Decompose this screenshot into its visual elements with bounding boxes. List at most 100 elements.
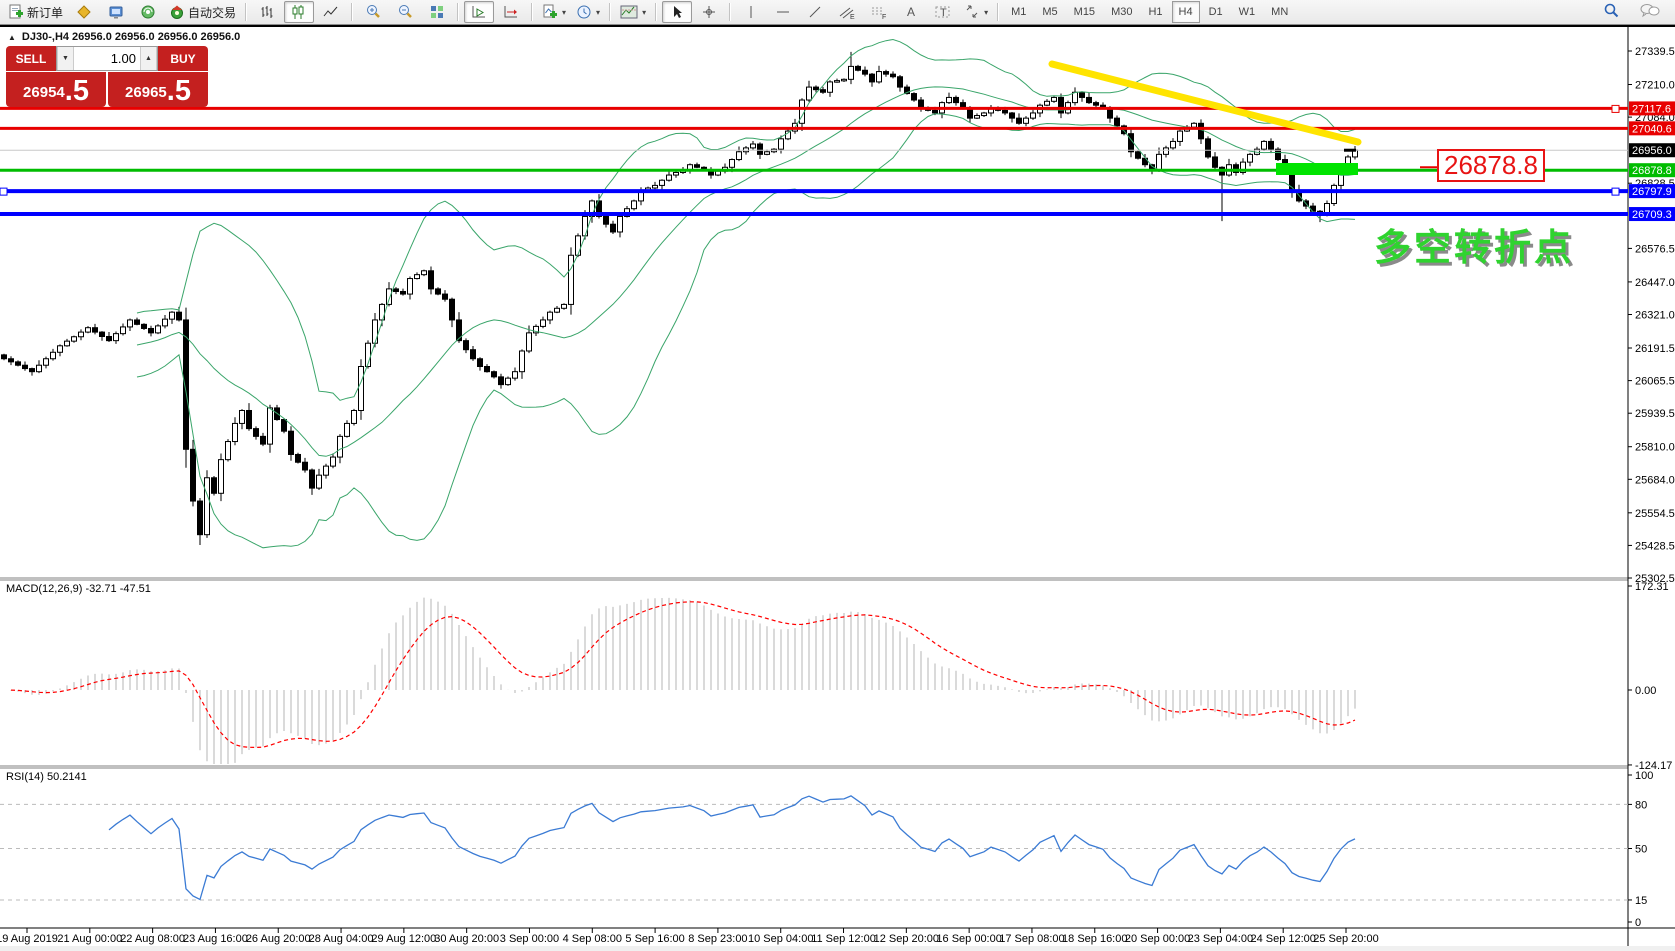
svg-text:11 Sep 12:00: 11 Sep 12:00: [811, 933, 876, 945]
volume-input[interactable]: [74, 47, 140, 70]
svg-text:27040.6: 27040.6: [1632, 123, 1672, 135]
price-chart[interactable]: 27339.527210.027084.026828.526576.526447…: [0, 25, 1675, 951]
horizontal-line-button[interactable]: [768, 1, 798, 23]
sell-button[interactable]: SELL: [6, 46, 56, 71]
templates-icon: [620, 4, 638, 20]
equidistant-channel-icon: E: [838, 4, 856, 20]
svg-text:80: 80: [1635, 799, 1647, 811]
divider: [655, 3, 657, 21]
indicators-button[interactable]: ▾: [538, 1, 570, 23]
last-price-dash: [1344, 149, 1356, 152]
svg-text:27339.5: 27339.5: [1635, 46, 1675, 58]
tab-w1[interactable]: W1: [1232, 1, 1263, 23]
svg-text:100: 100: [1635, 770, 1653, 782]
arrows-button[interactable]: ▾: [960, 1, 992, 23]
tab-mn[interactable]: MN: [1264, 1, 1295, 23]
svg-text:3 Sep 00:00: 3 Sep 00:00: [500, 933, 559, 945]
tab-m15[interactable]: M15: [1067, 1, 1102, 23]
svg-text:26797.9: 26797.9: [1632, 186, 1672, 198]
volume-increase-button[interactable]: ▲: [140, 47, 157, 70]
line-handle[interactable]: [1612, 188, 1619, 195]
crosshair-button[interactable]: [694, 1, 724, 23]
svg-text:12 Sep 20:00: 12 Sep 20:00: [874, 933, 939, 945]
terminal-button[interactable]: [101, 1, 131, 23]
history-center-button[interactable]: [69, 1, 99, 23]
volume-stepper: ▼ ▲: [56, 46, 158, 71]
fibonacci-button[interactable]: F: [864, 1, 894, 23]
auto-scroll-button[interactable]: [464, 1, 494, 23]
line-handle[interactable]: [0, 188, 7, 195]
svg-text:16 Sep 00:00: 16 Sep 00:00: [936, 933, 1001, 945]
green-highlight-bar[interactable]: [1276, 163, 1358, 175]
terminal-icon: [108, 4, 124, 20]
autotrade-button[interactable]: 自动交易: [165, 1, 240, 23]
svg-text:18 Sep 16:00: 18 Sep 16:00: [1062, 933, 1127, 945]
buy-button[interactable]: BUY: [158, 46, 208, 71]
volume-decrease-button[interactable]: ▼: [57, 47, 74, 70]
chart-shift-button[interactable]: [496, 1, 526, 23]
dropdown-icon: ▾: [642, 8, 646, 17]
line-handle[interactable]: [1612, 105, 1619, 112]
main-toolbar: 新订单 自动交易 ▾ ▾ ▾ E F A T ▾: [0, 0, 1675, 25]
tab-h4[interactable]: H4: [1172, 1, 1200, 23]
indicators-icon: [542, 4, 558, 20]
svg-text:26191.5: 26191.5: [1635, 343, 1675, 355]
candlestick-chart-button[interactable]: [284, 1, 314, 23]
clock-icon: [576, 4, 592, 20]
periods-button[interactable]: ▾: [572, 1, 604, 23]
svg-text:0: 0: [1635, 917, 1641, 929]
signal-icon: [140, 4, 156, 20]
one-click-trading-panel: SELL ▼ ▲ BUY 26954.5 26965.5: [6, 46, 208, 107]
svg-text:23 Aug 16:00: 23 Aug 16:00: [183, 933, 248, 945]
channel-button[interactable]: E: [832, 1, 862, 23]
cursor-icon: [669, 4, 685, 20]
tab-h1[interactable]: H1: [1141, 1, 1169, 23]
svg-text:25684.0: 25684.0: [1635, 474, 1675, 486]
templates-button[interactable]: ▾: [616, 1, 650, 23]
zoom-in-button[interactable]: [358, 1, 388, 23]
price-annotation-box[interactable]: 26878.8: [1437, 149, 1545, 182]
svg-text:22 Aug 08:00: 22 Aug 08:00: [120, 933, 185, 945]
vertical-line-button[interactable]: [736, 1, 766, 23]
divider: [729, 3, 731, 21]
divider: [457, 3, 459, 21]
line-chart-button[interactable]: [316, 1, 346, 23]
mt4-terminal: { "toolbar": { "new_order_label": "新订单",…: [0, 0, 1675, 951]
svg-text:0.00: 0.00: [1635, 685, 1656, 697]
candlestick-chart-icon: [291, 4, 307, 20]
new-order-button[interactable]: 新订单: [4, 1, 67, 23]
tab-d1[interactable]: D1: [1202, 1, 1230, 23]
collapse-panel-icon[interactable]: ▲: [8, 33, 16, 42]
svg-text:26878.8: 26878.8: [1632, 165, 1672, 177]
tab-m30[interactable]: M30: [1104, 1, 1139, 23]
trendline-icon: [807, 4, 823, 20]
tab-m1[interactable]: M1: [1004, 1, 1033, 23]
svg-text:8 Sep 23:00: 8 Sep 23:00: [688, 933, 747, 945]
divider: [997, 3, 999, 21]
zoom-in-icon: [365, 4, 381, 20]
sell-price[interactable]: 26954.5: [6, 72, 106, 107]
svg-text:10 Sep 04:00: 10 Sep 04:00: [748, 933, 813, 945]
trendline-button[interactable]: [800, 1, 830, 23]
bar-chart-icon: [259, 4, 275, 20]
macd-label: MACD(12,26,9) -32.71 -47.51: [6, 583, 151, 595]
text-button[interactable]: A: [896, 1, 926, 23]
dropdown-icon: ▾: [596, 8, 600, 17]
signals-button[interactable]: [133, 1, 163, 23]
svg-text:25939.5: 25939.5: [1635, 408, 1675, 420]
chart-window[interactable]: 27339.527210.027084.026828.526576.526447…: [0, 25, 1675, 951]
auto-scroll-icon: [471, 4, 487, 20]
svg-text:A: A: [907, 5, 915, 19]
svg-text:26709.3: 26709.3: [1632, 209, 1672, 221]
svg-text:25428.5: 25428.5: [1635, 540, 1675, 552]
chat-icon[interactable]: [1635, 1, 1665, 23]
buy-price[interactable]: 26965.5: [108, 72, 208, 107]
cursor-button[interactable]: [662, 1, 692, 23]
tab-m5[interactable]: M5: [1035, 1, 1064, 23]
text-label-button[interactable]: T: [928, 1, 958, 23]
tile-windows-button[interactable]: [422, 1, 452, 23]
zoom-out-button[interactable]: [390, 1, 420, 23]
bar-chart-button[interactable]: [252, 1, 282, 23]
svg-text:E: E: [850, 14, 855, 20]
search-icon[interactable]: [1599, 1, 1629, 23]
